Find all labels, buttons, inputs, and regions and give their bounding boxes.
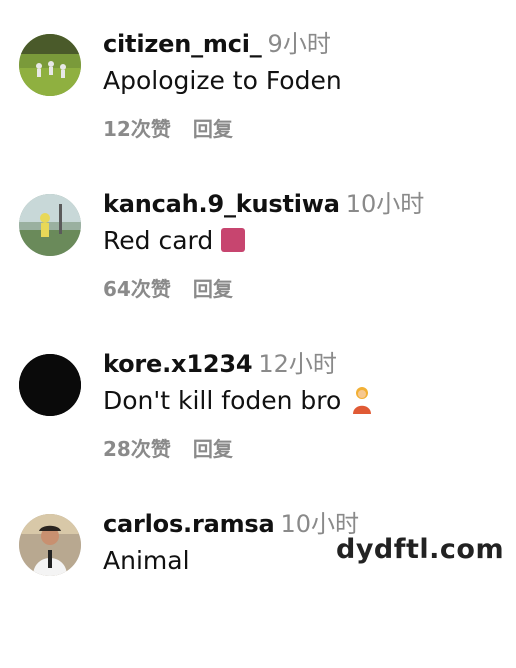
- comment-body: Red card: [103, 226, 214, 255]
- comment-header: carlos.ramsa 10小时: [103, 508, 359, 540]
- like-count[interactable]: 64次赞: [103, 277, 171, 301]
- avatar-image-icon: [19, 354, 81, 416]
- comment-text: Apologize to Foden: [103, 64, 342, 98]
- person-gesturing-emoji-icon: [351, 386, 373, 423]
- comment-body: Animal: [103, 546, 190, 575]
- avatar-image-icon: [19, 34, 81, 96]
- comment-text: Don't kill foden bro: [103, 384, 373, 423]
- comment-header: citizen_mci_ 9小时: [103, 28, 331, 60]
- reply-button[interactable]: 回复: [193, 277, 233, 301]
- comment-actions: 12次赞 回复: [103, 115, 233, 143]
- comment-header: kore.x1234 12小时: [103, 348, 337, 380]
- comment-body: Apologize to Foden: [103, 66, 342, 95]
- comment-header: kancah.9_kustiwa 10小时: [103, 188, 424, 220]
- comment-item: kancah.9_kustiwa 10小时 Red card 64次赞 回复: [0, 188, 516, 348]
- timestamp: 10小时: [345, 190, 425, 218]
- username[interactable]: citizen_mci_: [103, 30, 262, 58]
- timestamp: 12小时: [258, 350, 337, 378]
- timestamp: 9小时: [267, 30, 331, 58]
- username[interactable]: carlos.ramsa: [103, 510, 275, 538]
- comment-item: citizen_mci_ 9小时 Apologize to Foden 12次赞回…: [0, 28, 516, 188]
- red-square-emoji-icon: [221, 228, 246, 252]
- like-count[interactable]: 12次赞: [103, 117, 171, 141]
- avatar-image-icon: [19, 514, 81, 576]
- comment-body: Don't kill foden bro: [103, 386, 342, 415]
- comment-item: kore.x1234 12小时 Don't kill foden bro 28次赞…: [0, 348, 516, 508]
- like-count[interactable]: 28次赞: [103, 437, 171, 461]
- reply-button[interactable]: 回复: [193, 117, 233, 141]
- username[interactable]: kancah.9_kustiwa: [103, 190, 340, 218]
- comment-item: carlos.ramsa 10小时 Animal: [0, 508, 516, 668]
- comment-actions: 64次赞 回复: [103, 275, 233, 303]
- comment-text: Animal: [103, 544, 190, 578]
- avatar-image-icon: [19, 194, 81, 256]
- avatar[interactable]: [19, 194, 81, 256]
- watermark: dydftl.com: [336, 534, 505, 565]
- comment-text: Red card: [103, 224, 246, 258]
- avatar[interactable]: [19, 514, 81, 576]
- comment-actions: 28次赞 回复: [103, 435, 233, 463]
- reply-button[interactable]: 回复: [193, 437, 233, 461]
- avatar[interactable]: [19, 354, 81, 416]
- avatar[interactable]: [19, 34, 81, 96]
- username[interactable]: kore.x1234: [103, 350, 253, 378]
